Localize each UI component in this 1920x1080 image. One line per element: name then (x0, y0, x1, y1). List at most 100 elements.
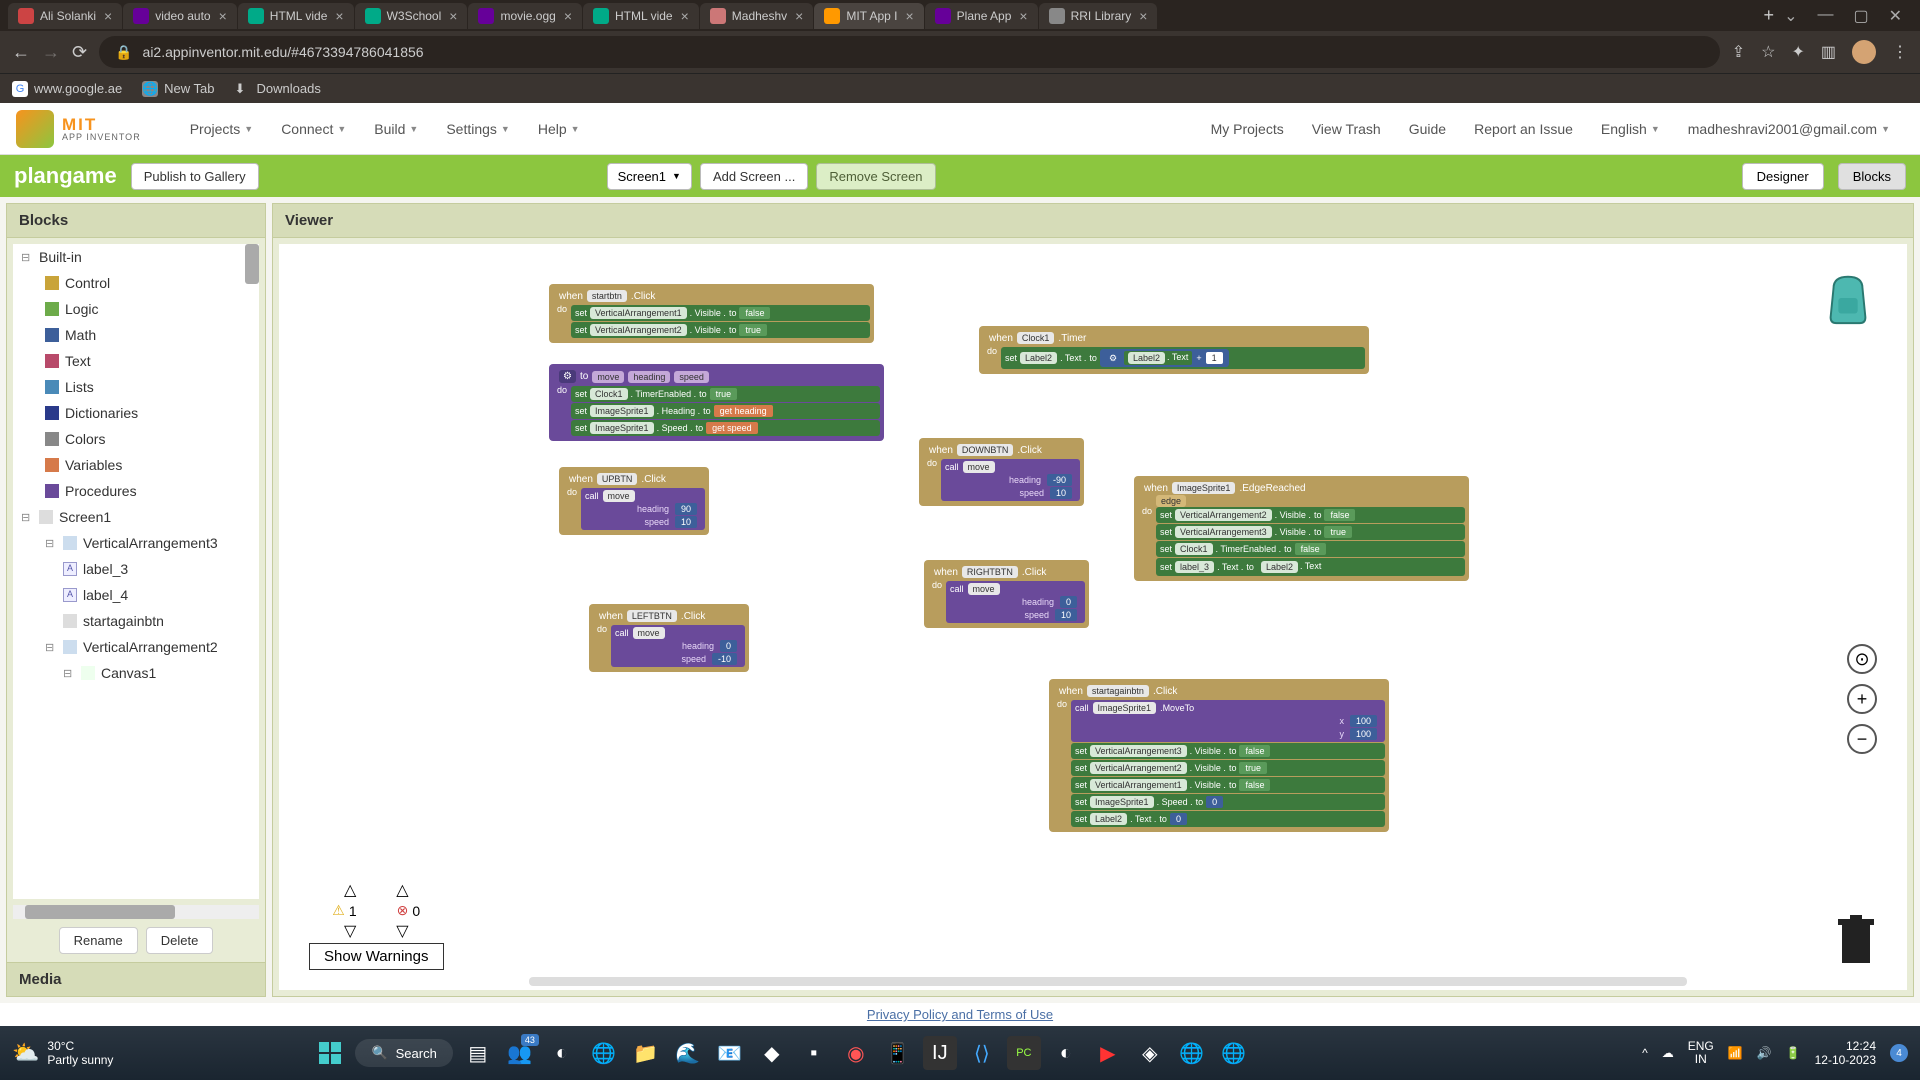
block-edge-reached[interactable]: whenImageSprite1.EdgeReached edge do set… (1134, 476, 1469, 581)
sidepanel-icon[interactable]: ▥ (1821, 42, 1836, 62)
warn-up-icon[interactable]: △ (344, 880, 356, 900)
nav-report-an-issue[interactable]: Report an Issue (1460, 121, 1587, 137)
builtin-logic[interactable]: Logic (13, 296, 259, 322)
pycharm-icon[interactable]: PC (1007, 1036, 1041, 1070)
collapse-icon[interactable]: ⊟ (63, 667, 75, 680)
close-tab-icon[interactable]: × (219, 8, 227, 24)
browser-tab[interactable]: HTML vide× (583, 3, 699, 29)
maximize-icon[interactable]: ▢ (1853, 6, 1868, 26)
browser-tab[interactable]: MIT App I× (814, 3, 923, 29)
chrome-menu-icon[interactable]: ⋮ (1892, 42, 1908, 62)
menu-help[interactable]: Help ▼ (524, 121, 594, 137)
tree-canvas1[interactable]: Canvas1 (101, 665, 156, 681)
app-icon-3[interactable]: 📱 (881, 1036, 915, 1070)
intellij-icon[interactable]: IJ (923, 1036, 957, 1070)
browser-tab[interactable]: Madheshv× (700, 3, 814, 29)
menu-projects[interactable]: Projects ▼ (176, 121, 268, 137)
block-upbtn-click[interactable]: whenUPBTN.Click do callmove heading90 sp… (559, 467, 709, 535)
close-tab-icon[interactable]: × (335, 8, 343, 24)
back-button[interactable]: ← (12, 42, 30, 63)
tree-hscroll[interactable] (13, 905, 259, 919)
designer-button[interactable]: Designer (1742, 163, 1824, 190)
explorer-icon[interactable]: 📁 (629, 1036, 663, 1070)
zoom-in-icon[interactable]: + (1847, 684, 1877, 714)
browser-tab[interactable]: video auto× (123, 3, 237, 29)
tray-chevron-icon[interactable]: ^ (1642, 1046, 1648, 1060)
close-tab-icon[interactable]: × (104, 8, 112, 24)
start-icon[interactable] (313, 1036, 347, 1070)
tree-label3[interactable]: label_3 (83, 561, 128, 577)
chrome-icon-2[interactable]: 🌐 (1175, 1036, 1209, 1070)
builtin-text[interactable]: Text (13, 348, 259, 374)
backpack-icon[interactable] (1819, 269, 1877, 327)
tree-vscroll[interactable] (245, 244, 259, 284)
minimize-icon[interactable]: ― (1817, 6, 1833, 26)
zoom-center-icon[interactable]: ⊙ (1847, 644, 1877, 674)
chrome-icon[interactable]: 🌐 (587, 1036, 621, 1070)
block-downbtn-click[interactable]: whenDOWNBTN.Click do callmove heading-90… (919, 438, 1084, 506)
blocks-canvas[interactable]: whenstartbtn.Click do setVerticalArrange… (279, 244, 1907, 990)
browser-tab[interactable]: Plane App× (925, 3, 1038, 29)
nav-view-trash[interactable]: View Trash (1298, 121, 1395, 137)
close-window-icon[interactable]: ✕ (1889, 6, 1902, 26)
delete-button[interactable]: Delete (146, 927, 214, 954)
tree-va2[interactable]: VerticalArrangement2 (83, 639, 218, 655)
block-startbtn-click[interactable]: whenstartbtn.Click do setVerticalArrange… (549, 284, 874, 343)
tree-label4[interactable]: label_4 (83, 587, 128, 603)
add-screen-button[interactable]: Add Screen ... (700, 163, 808, 190)
collapse-icon[interactable]: ⊟ (21, 511, 33, 524)
language-selector[interactable]: English ▼ (1587, 121, 1674, 137)
reload-button[interactable]: ⟳ (72, 42, 87, 63)
privacy-link[interactable]: Privacy Policy and Terms of Use (867, 1007, 1053, 1022)
remove-screen-button[interactable]: Remove Screen (816, 163, 935, 190)
builtin-variables[interactable]: Variables (13, 452, 259, 478)
browser-tab[interactable]: HTML vide× (238, 3, 354, 29)
user-menu[interactable]: madheshravi2001@gmail.com ▼ (1674, 121, 1904, 137)
tree-screen1[interactable]: Screen1 (59, 509, 111, 525)
block-startagain-click[interactable]: whenstartagainbtn.Click do callImageSpri… (1049, 679, 1389, 832)
task-view-icon[interactable]: ▤ (461, 1036, 495, 1070)
trash-icon[interactable] (1835, 915, 1877, 965)
outlook-icon[interactable]: 📧 (713, 1036, 747, 1070)
collapse-icon[interactable]: ⊟ (21, 251, 33, 264)
close-tab-icon[interactable]: × (681, 8, 689, 24)
wifi-icon[interactable]: 📶 (1728, 1046, 1743, 1060)
close-tab-icon[interactable]: × (795, 8, 803, 24)
show-warnings-button[interactable]: Show Warnings (309, 943, 444, 970)
share-icon[interactable]: ⇪ (1732, 42, 1745, 62)
publish-button[interactable]: Publish to Gallery (131, 163, 259, 190)
builtin-colors[interactable]: Colors (13, 426, 259, 452)
builtin-control[interactable]: Control (13, 270, 259, 296)
bookmark-star-icon[interactable]: ☆ (1761, 42, 1775, 62)
builtin-dictionaries[interactable]: Dictionaries (13, 400, 259, 426)
block-rightbtn-click[interactable]: whenRIGHTBTN.Click do callmove heading0 … (924, 560, 1089, 628)
browser-tab[interactable]: W3School× (355, 3, 468, 29)
browser-tab[interactable]: Ali Solanki× (8, 3, 122, 29)
tray-language[interactable]: ENGIN (1688, 1040, 1714, 1066)
nav-guide[interactable]: Guide (1395, 121, 1460, 137)
close-tab-icon[interactable]: × (1139, 8, 1147, 24)
copilot-icon[interactable]: ◐ (545, 1036, 579, 1070)
window-dropdown-icon[interactable]: ⌄ (1784, 6, 1797, 26)
taskbar-search[interactable]: 🔍Search (355, 1039, 452, 1067)
terminal-icon[interactable]: ▪ (797, 1036, 831, 1070)
eclipse-icon[interactable]: ◐ (1049, 1036, 1083, 1070)
bookmark-google[interactable]: Gwww.google.ae (12, 81, 122, 97)
bookmark-downloads[interactable]: ⬇Downloads (235, 81, 321, 97)
app-icon-1[interactable]: ◆ (755, 1036, 789, 1070)
browser-tab[interactable]: movie.ogg× (468, 3, 582, 29)
warn-down-icon[interactable]: ▽ (344, 921, 356, 941)
menu-build[interactable]: Build ▼ (360, 121, 432, 137)
screen-selector[interactable]: Screen1▼ (607, 163, 692, 190)
forward-button[interactable]: → (42, 42, 60, 63)
collapse-icon[interactable]: ⊟ (45, 537, 57, 550)
volume-icon[interactable]: 🔊 (1757, 1046, 1772, 1060)
notifications-badge[interactable]: 4 (1890, 1044, 1908, 1062)
rename-button[interactable]: Rename (59, 927, 138, 954)
block-clock-timer[interactable]: whenClock1.Timer do setLabel2. Text .to … (979, 326, 1369, 374)
collapse-icon[interactable]: ⊟ (45, 641, 57, 654)
builtin-math[interactable]: Math (13, 322, 259, 348)
menu-connect[interactable]: Connect ▼ (267, 121, 360, 137)
builtin-procedures[interactable]: Procedures (13, 478, 259, 504)
app-icon-4[interactable]: ◈ (1133, 1036, 1167, 1070)
